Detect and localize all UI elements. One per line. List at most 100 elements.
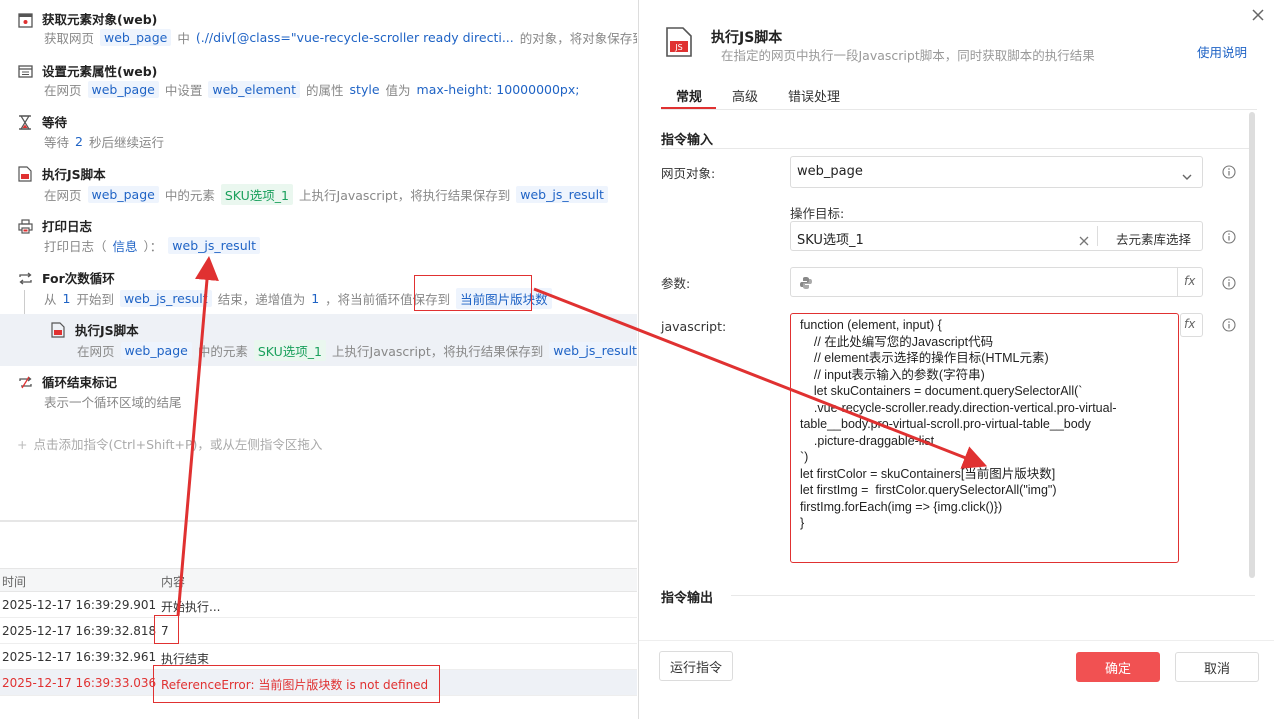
info-icon[interactable] <box>1222 275 1236 290</box>
javascript-code-editor[interactable]: function (element, input) { // 在此处编写您的Ja… <box>790 313 1179 563</box>
page-object-select[interactable]: web_page <box>790 156 1203 188</box>
tab-advanced[interactable]: 高级 <box>732 86 758 105</box>
desc-text: 中的元素 <box>197 344 248 359</box>
target-label: 操作目标: <box>790 206 845 221</box>
tab-active-indicator <box>661 107 716 109</box>
pick-element-button[interactable]: 去元素库选择 <box>1116 229 1191 248</box>
fx-button[interactable]: fx <box>1184 274 1195 288</box>
cancel-button[interactable]: 取消 <box>1175 652 1259 682</box>
desc-text: 表示一个循环区域的结尾 <box>44 395 182 410</box>
field-divider <box>1097 226 1098 246</box>
element-tag[interactable]: SKU选项_1 <box>253 340 327 361</box>
desc-text: 获取网页 <box>44 31 95 46</box>
step-title: For次数循环 <box>42 271 115 286</box>
python-icon <box>799 275 813 294</box>
desc-text: 中 <box>177 31 190 46</box>
dialog-subtitle: 在指定的网页中执行一段Javascript脚本，同时获取脚本的执行结果 <box>721 48 1095 63</box>
step-title: 执行JS脚本 <box>42 167 106 182</box>
info-icon[interactable] <box>1222 164 1236 179</box>
var-tag[interactable]: web_page <box>100 29 172 46</box>
tab-error-handling[interactable]: 错误处理 <box>788 86 840 105</box>
loop-start: 1 <box>62 291 71 306</box>
var-tag[interactable]: web_page <box>87 81 159 98</box>
step-loop-end[interactable]: 循环结束标记 表示一个循环区域的结尾 <box>0 366 637 418</box>
desc-text: 的对象，将对象保存到 <box>519 31 637 46</box>
fx-button[interactable]: fx <box>1180 313 1203 337</box>
target-value: SKU选项_1 <box>797 233 864 248</box>
clear-icon[interactable] <box>1079 231 1089 250</box>
desc-text: 中设置 <box>164 83 203 98</box>
dialog-title: 执行JS脚本 <box>711 30 783 46</box>
attr-name: style <box>349 82 380 97</box>
web-element-icon <box>17 12 33 28</box>
step-run-js[interactable]: 执行JS脚本 在网页 web_page 中的元素 SKU选项_1 上执行Java… <box>0 158 637 210</box>
chevron-down-icon <box>1182 167 1192 186</box>
param-input[interactable]: fx <box>790 267 1203 297</box>
desc-text: 秒后继续运行 <box>88 135 164 150</box>
element-tag[interactable]: SKU选项_1 <box>220 184 294 205</box>
js-script-dialog: JS 执行JS脚本 在指定的网页中执行一段Javascript脚本，同时获取脚本… <box>638 0 1274 719</box>
svg-text:JS: JS <box>674 43 682 52</box>
close-icon[interactable] <box>1251 7 1265 21</box>
tabs-divider <box>661 109 1257 110</box>
step-desc: 表示一个循环区域的结尾 <box>42 392 184 411</box>
field-divider <box>1177 268 1178 296</box>
attr-value: max-height: 10000000px; <box>416 82 580 97</box>
step-title: 执行JS脚本 <box>75 323 139 338</box>
desc-text: 开始到 <box>76 292 114 307</box>
footer-divider <box>639 640 1274 641</box>
step-run-js-selected[interactable]: 执行JS脚本 在网页 web_page 中的元素 SKU选项_1 上执行Java… <box>0 314 637 366</box>
target-field[interactable]: SKU选项_1 去元素库选择 <box>790 221 1203 251</box>
loop-step: 1 <box>311 291 320 306</box>
log-row[interactable]: 2025-12-17 16:39:29.901 开始执行... <box>0 592 637 618</box>
desc-text: 的属性 <box>306 83 344 98</box>
step-title: 打印日志 <box>42 219 93 234</box>
desc-text: 结束，递增值为 <box>217 292 306 307</box>
step-wait[interactable]: 等待 等待 2 秒后继续运行 <box>0 106 637 158</box>
javascript-label: javascript: <box>661 319 727 334</box>
step-set-attribute[interactable]: 设置元素属性(web) 在网页 web_page 中设置 web_element… <box>0 54 637 106</box>
step-get-element[interactable]: 获取元素对象(web) 获取网页 web_page 中 (.//div[@cla… <box>0 2 637 54</box>
plus-icon: + <box>17 437 28 452</box>
desc-text: 从 <box>44 292 57 307</box>
desc-text: 值为 <box>385 83 411 98</box>
add-command-hint[interactable]: + 点击添加指令(Ctrl+Shift+P)，或从左侧指令区拖入 <box>17 434 322 453</box>
step-for-loop[interactable]: For次数循环 从 1 开始到 web_js_result 结束，递增值为 1 … <box>0 262 637 314</box>
var-tag[interactable]: web_js_result <box>168 237 260 254</box>
confirm-button[interactable]: 确定 <box>1076 652 1160 682</box>
step-print-log[interactable]: 打印日志 打印日志（ 信息 ）： web_js_result <box>0 210 637 262</box>
step-desc: 在网页 web_page 中的元素 SKU选项_1 上执行Javascript，… <box>42 184 612 205</box>
var-tag[interactable]: web_element <box>208 81 301 98</box>
info-icon[interactable] <box>1222 229 1236 244</box>
step-title: 设置元素属性(web) <box>42 64 158 79</box>
var-tag[interactable]: web_js_result <box>516 186 608 203</box>
param-label: 参数: <box>661 276 691 291</box>
help-link[interactable]: 使用说明 <box>1197 42 1247 61</box>
dialog-scrollbar[interactable] <box>1249 112 1255 578</box>
js-file-icon: JS <box>666 27 692 57</box>
log-row[interactable]: 2025-12-17 16:39:32.818 7 <box>0 618 637 644</box>
add-hint-text: 点击添加指令(Ctrl+Shift+P)，或从左侧指令区拖入 <box>33 437 323 452</box>
log-time: 2025-12-17 16:39:33.036 <box>2 676 157 690</box>
step-desc: 打印日志（ 信息 ）： web_js_result <box>42 236 264 255</box>
var-tag[interactable]: web_js_result <box>549 342 637 359</box>
step-desc: 在网页 web_page 中设置 web_element 的属性 style 值… <box>42 80 583 99</box>
var-tag[interactable]: web_js_result <box>119 290 212 307</box>
tab-general[interactable]: 常规 <box>676 86 702 105</box>
hourglass-icon <box>17 114 33 130</box>
xpath-value: (.//div[@class="vue-recycle-scroller rea… <box>195 30 514 45</box>
annotation-box-error <box>153 665 440 703</box>
window-icon <box>17 63 33 79</box>
desc-text: 打印日志（ <box>44 239 107 254</box>
info-icon[interactable] <box>1222 317 1236 332</box>
var-tag[interactable]: web_page <box>120 342 192 359</box>
section-input-title: 指令输入 <box>661 133 714 148</box>
run-command-button[interactable]: 运行指令 <box>659 651 733 681</box>
var-tag[interactable]: web_page <box>87 186 159 203</box>
desc-text: 中的元素 <box>164 188 215 203</box>
step-desc: 获取网页 web_page 中 (.//div[@class="vue-recy… <box>42 28 637 47</box>
js-file-icon <box>17 166 33 182</box>
desc-text: 等待 <box>44 135 70 150</box>
annotation-box-log-value <box>154 615 179 644</box>
page-object-label: 网页对象: <box>661 166 716 181</box>
